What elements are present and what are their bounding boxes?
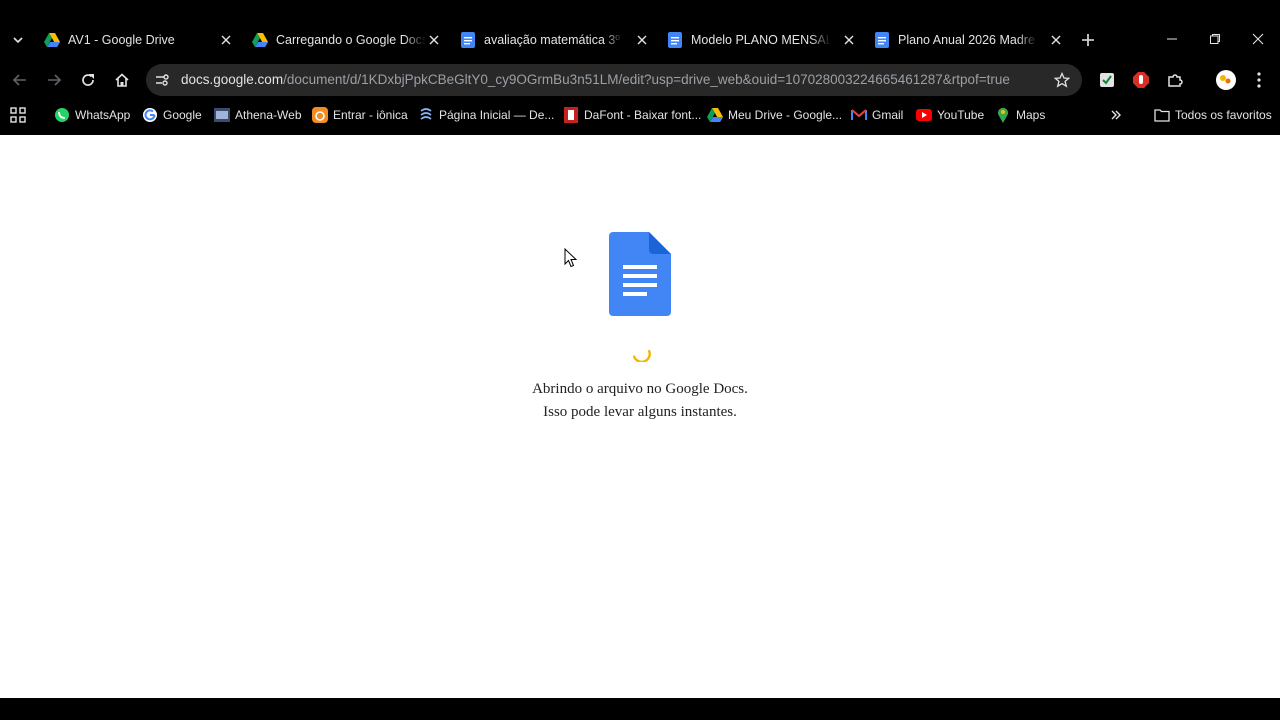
bookmarks-bar: WhatsApp Google Athena-Web Entrar - iôni… bbox=[0, 98, 1280, 134]
bottom-edge bbox=[0, 698, 1280, 720]
bookmark-star-icon[interactable] bbox=[1054, 72, 1070, 88]
all-bookmarks-folder[interactable]: Todos os favoritos bbox=[1154, 106, 1272, 124]
dafont-icon bbox=[563, 107, 579, 123]
back-arrow-icon[interactable] bbox=[10, 70, 30, 90]
tab-avaliacao-matematica[interactable]: avaliação matemática 3º ano bbox=[460, 28, 650, 52]
bookmark-maps[interactable]: Maps bbox=[995, 106, 1045, 124]
tab-title: Carregando o Google Docs bbox=[276, 33, 426, 47]
tab-title: AV1 - Google Drive bbox=[68, 33, 175, 47]
chrome-menu-kebab-icon[interactable] bbox=[1250, 71, 1268, 89]
bookmark-label: WhatsApp bbox=[75, 108, 131, 122]
bookmark-label: Gmail bbox=[872, 108, 904, 122]
google-drive-icon bbox=[252, 32, 268, 48]
minimize-icon[interactable] bbox=[1163, 30, 1181, 48]
tab-title: avaliação matemática 3º ano bbox=[484, 33, 624, 47]
bookmark-meu-drive[interactable]: Meu Drive - Google... bbox=[707, 106, 842, 124]
url-path: /document/d/1KDxbjPpkCBeGltY0_cy9OGrmBu3… bbox=[283, 72, 1010, 87]
tab-plano-anual-2026[interactable]: Plano Anual 2026 Madre Teresa bbox=[874, 28, 1064, 52]
extensions-puzzle-icon[interactable] bbox=[1166, 71, 1184, 89]
google-drive-icon bbox=[44, 32, 60, 48]
tab-search-chevron-icon[interactable] bbox=[8, 30, 28, 50]
youtube-icon bbox=[916, 107, 932, 123]
bookmark-label: YouTube bbox=[937, 108, 985, 122]
google-docs-icon bbox=[667, 32, 683, 48]
page-icon bbox=[418, 107, 434, 123]
bookmark-label: Página Inicial — De... bbox=[439, 108, 555, 122]
bookmark-google[interactable]: Google bbox=[142, 106, 202, 124]
bookmark-whatsapp[interactable]: WhatsApp bbox=[54, 106, 130, 124]
bookmark-entrar-ionica[interactable]: Entrar - iônica bbox=[312, 106, 408, 124]
tab-carregando-google-docs[interactable]: Carregando o Google Docs bbox=[252, 28, 442, 52]
restore-icon[interactable] bbox=[1206, 30, 1224, 48]
close-icon[interactable] bbox=[426, 32, 442, 48]
new-tab-plus-icon[interactable] bbox=[1079, 31, 1097, 49]
loading-spinner bbox=[632, 349, 651, 362]
bookmark-label: Maps bbox=[1016, 108, 1046, 122]
tab-strip: AV1 - Google Drive Carregando o Google D… bbox=[0, 0, 1280, 62]
google-icon bbox=[142, 107, 158, 123]
close-icon[interactable] bbox=[218, 32, 234, 48]
adblock-extension-icon[interactable] bbox=[1132, 71, 1150, 89]
browser-toolbar: docs.google.com/document/d/1KDxbjPpkCBeG… bbox=[0, 62, 1280, 98]
close-icon[interactable] bbox=[841, 32, 857, 48]
bookmark-label: Athena-Web bbox=[235, 108, 302, 122]
page-content: Abrindo o arquivo no Google Docs. Isso p… bbox=[0, 135, 1280, 698]
whatsapp-icon bbox=[54, 107, 70, 123]
forward-arrow-icon[interactable] bbox=[44, 70, 64, 90]
google-docs-icon bbox=[874, 32, 890, 48]
loading-message-line1: Abrindo o arquivo no Google Docs. bbox=[532, 381, 748, 397]
google-docs-icon bbox=[460, 32, 476, 48]
maps-icon bbox=[995, 107, 1011, 123]
ionica-icon bbox=[312, 107, 328, 123]
apps-grid-icon[interactable] bbox=[10, 106, 26, 124]
gmail-icon bbox=[851, 107, 867, 123]
address-bar[interactable]: docs.google.com/document/d/1KDxbjPpkCBeG… bbox=[146, 64, 1082, 96]
bookmark-pagina-inicial[interactable]: Página Inicial — De... bbox=[418, 106, 554, 124]
bookmark-label: DaFont - Baixar font... bbox=[584, 108, 702, 122]
sheets-extension-icon[interactable] bbox=[1098, 71, 1116, 89]
google-docs-logo-icon bbox=[609, 232, 671, 316]
close-icon[interactable] bbox=[634, 32, 650, 48]
loading-message-line2: Isso pode levar alguns instantes. bbox=[543, 404, 737, 420]
bookmark-gmail[interactable]: Gmail bbox=[851, 106, 903, 124]
more-bookmarks-chevron-icon[interactable] bbox=[1110, 106, 1122, 124]
tab-title: Plano Anual 2026 Madre Teresa bbox=[898, 33, 1038, 47]
site-info-icon[interactable] bbox=[154, 72, 170, 88]
profile-avatar[interactable] bbox=[1215, 69, 1237, 91]
close-window-icon[interactable] bbox=[1249, 30, 1267, 48]
folder-icon bbox=[1154, 107, 1170, 123]
bookmark-label: Google bbox=[163, 108, 202, 122]
url-text[interactable]: docs.google.com/document/d/1KDxbjPpkCBeG… bbox=[181, 72, 1010, 87]
reload-icon[interactable] bbox=[78, 70, 98, 90]
bookmark-label: Meu Drive - Google... bbox=[728, 108, 843, 122]
close-icon[interactable] bbox=[1048, 32, 1064, 48]
tab-modelo-plano-mensal[interactable]: Modelo PLANO MENSAL.docx bbox=[667, 28, 857, 52]
tab-av1-google-drive[interactable]: AV1 - Google Drive bbox=[44, 28, 234, 52]
bookmark-dafont[interactable]: DaFont - Baixar font... bbox=[563, 106, 701, 124]
mouse-pointer-icon bbox=[564, 248, 578, 268]
bookmark-youtube[interactable]: YouTube bbox=[916, 106, 984, 124]
bookmark-athena-web[interactable]: Athena-Web bbox=[214, 106, 302, 124]
home-icon[interactable] bbox=[112, 70, 132, 90]
athena-icon bbox=[214, 107, 230, 123]
google-drive-icon bbox=[707, 107, 723, 123]
all-bookmarks-label: Todos os favoritos bbox=[1175, 108, 1272, 122]
url-host: docs.google.com bbox=[181, 72, 284, 87]
tab-title: Modelo PLANO MENSAL.docx bbox=[691, 33, 831, 47]
bookmark-label: Entrar - iônica bbox=[333, 108, 408, 122]
